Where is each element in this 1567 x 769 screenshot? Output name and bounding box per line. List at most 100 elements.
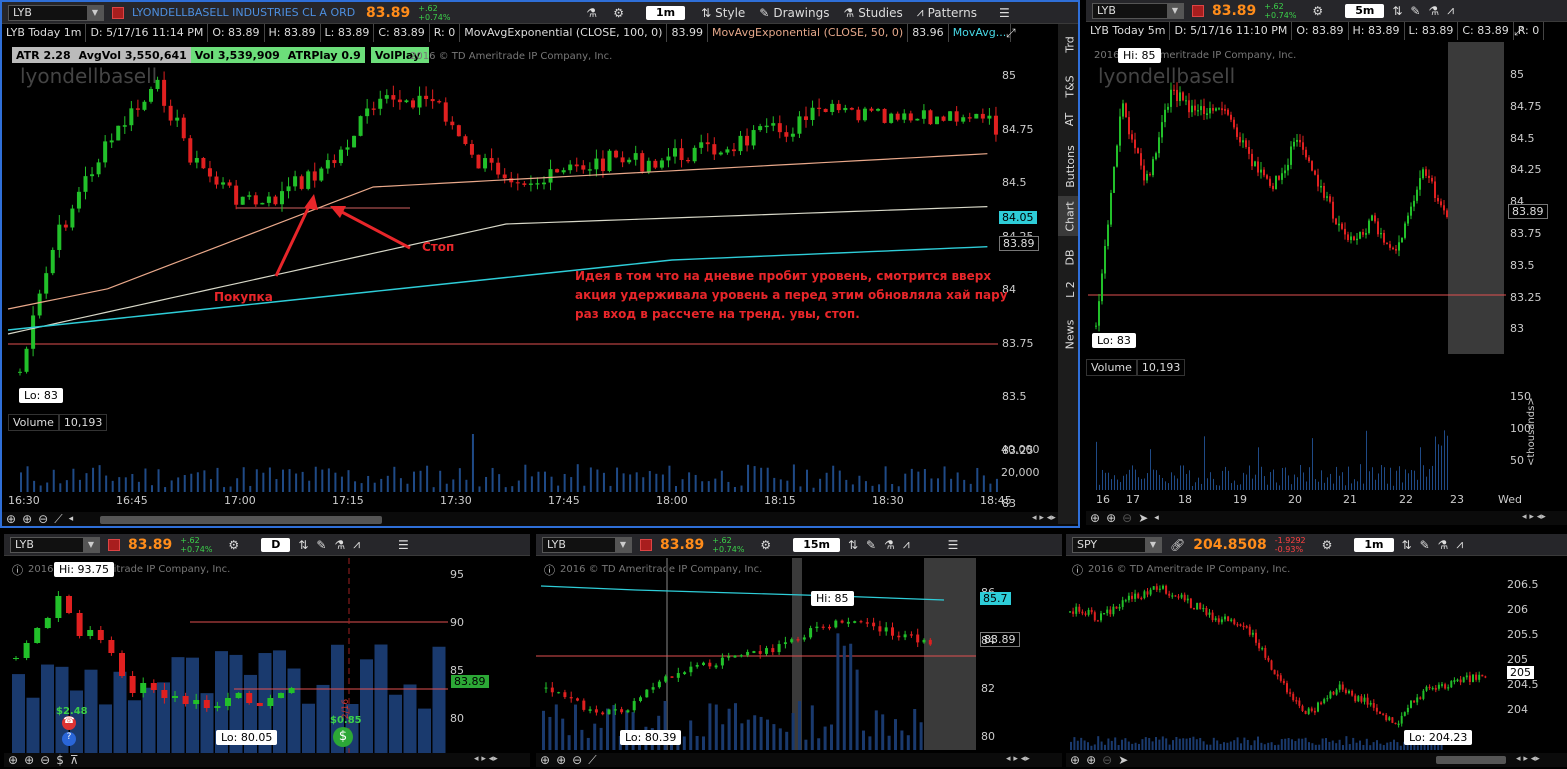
- volume-bar: [707, 481, 710, 492]
- tab-ts[interactable]: T&S: [1058, 66, 1078, 106]
- scroll-left-icon[interactable]: ◂: [1154, 513, 1159, 523]
- style-button[interactable]: ⇅ Style: [701, 6, 745, 20]
- crosshair-icon[interactable]: ⊕: [6, 512, 16, 526]
- zoom-in-icon[interactable]: ⊕: [22, 512, 32, 526]
- info-icon[interactable]: ?: [62, 732, 76, 746]
- gear-icon[interactable]: ⚙: [228, 538, 239, 552]
- symbol-select[interactable]: SPY ▼: [1072, 536, 1162, 553]
- timeframe-button[interactable]: 5m: [1345, 3, 1385, 18]
- patterns-button[interactable]: ⩘ Patterns: [917, 5, 977, 20]
- earnings-icon[interactable]: ☎: [62, 716, 76, 730]
- tab-news[interactable]: News: [1058, 314, 1078, 354]
- chevron-down-icon[interactable]: ▼: [87, 5, 103, 20]
- chart-expand-icon[interactable]: ⤢: [1514, 24, 1524, 39]
- tab-trd[interactable]: Trd: [1058, 24, 1078, 64]
- scroll-left-icon[interactable]: ◂: [69, 514, 74, 524]
- crosshair-icon[interactable]: ⊕: [1090, 511, 1100, 525]
- timeframe-button[interactable]: 1m: [645, 5, 686, 20]
- candle: [31, 315, 36, 349]
- intraday-15m-price-chart[interactable]: [536, 558, 976, 750]
- chart-expand-icon[interactable]: ⤢: [1006, 26, 1016, 41]
- pencil-icon[interactable]: ✎: [316, 538, 326, 552]
- chevron-down-icon[interactable]: ▼: [1145, 537, 1161, 552]
- gear-icon[interactable]: ⚙: [613, 6, 624, 20]
- scroll-right-icon[interactable]: ◂ ▸ ◂▸: [1032, 513, 1056, 523]
- pencil-icon[interactable]: ✎: [1420, 538, 1430, 552]
- zoom-out-icon[interactable]: ⊖: [40, 753, 50, 767]
- scroll-right-icon[interactable]: ◂ ▸ ◂▸: [1522, 512, 1546, 522]
- pattern-icon[interactable]: ⩘: [903, 537, 910, 552]
- pattern-icon[interactable]: ⩘: [1447, 3, 1454, 18]
- cursor-icon[interactable]: ➤: [1118, 753, 1128, 767]
- link-color-icon[interactable]: [108, 538, 120, 551]
- menu-icon[interactable]: ☰: [948, 538, 959, 552]
- zoom-out-icon[interactable]: ⊖: [38, 512, 48, 526]
- chevron-down-icon[interactable]: ▼: [615, 537, 631, 552]
- zoom-in-icon[interactable]: ⊕: [24, 753, 34, 767]
- symbol-select[interactable]: LYB ▼: [1092, 2, 1184, 19]
- horizontal-scrollbar[interactable]: [1436, 756, 1506, 764]
- style-icon[interactable]: ⇅: [1392, 4, 1402, 18]
- style-icon[interactable]: ⇅: [298, 538, 308, 552]
- dollar-icon[interactable]: $: [56, 753, 64, 767]
- timeframe-button[interactable]: D: [261, 537, 291, 552]
- scroll-right-icon[interactable]: ◂ ▸ ◂▸: [1516, 754, 1540, 764]
- flask-icon[interactable]: ⚗: [884, 538, 895, 552]
- link-color-icon[interactable]: [112, 6, 124, 19]
- cursor-icon[interactable]: ➤: [1138, 511, 1148, 525]
- main-price-chart[interactable]: [7, 42, 998, 410]
- right-price-chart[interactable]: [1088, 42, 1506, 354]
- menu-icon[interactable]: ☰: [999, 6, 1010, 20]
- symbol-select[interactable]: LYB ▼: [542, 536, 632, 553]
- timeframe-button[interactable]: 1m: [1354, 537, 1394, 552]
- zoom-in-icon[interactable]: ⊕: [1106, 511, 1116, 525]
- pattern-icon[interactable]: ⩘: [353, 537, 360, 552]
- zoom-out-icon[interactable]: ⊖: [1122, 511, 1132, 525]
- flask-icon[interactable]: ⚗: [1428, 4, 1439, 18]
- tab-chart[interactable]: Chart: [1058, 196, 1078, 236]
- crosshair-icon[interactable]: ⊕: [540, 753, 550, 767]
- link-icon[interactable]: 🔗︎: [1170, 538, 1185, 552]
- tab-buttons[interactable]: Buttons: [1058, 136, 1078, 196]
- drawings-button[interactable]: ✎ Drawings: [759, 6, 829, 20]
- style-icon[interactable]: ⇅: [848, 538, 858, 552]
- tab-l2[interactable]: L 2: [1058, 274, 1078, 304]
- fit-icon[interactable]: ⊼: [70, 753, 79, 767]
- draw-line-icon[interactable]: ⟋: [54, 512, 62, 527]
- zoom-out-icon[interactable]: ⊖: [1102, 753, 1112, 767]
- pattern-icon[interactable]: ⩘: [1456, 537, 1463, 552]
- flask-icon[interactable]: ⚗: [586, 6, 597, 20]
- tab-at[interactable]: AT: [1058, 104, 1078, 134]
- scroll-right-icon[interactable]: ◂ ▸ ◂▸: [474, 754, 498, 764]
- zoom-in-icon[interactable]: ⊕: [1086, 753, 1096, 767]
- zoom-out-icon[interactable]: ⊖: [572, 753, 582, 767]
- dollar-icon[interactable]: $: [333, 727, 353, 747]
- timeframe-button[interactable]: 15m: [793, 537, 840, 552]
- symbol-select[interactable]: LYB ▼: [10, 536, 100, 553]
- spy-price-chart[interactable]: [1066, 558, 1506, 750]
- gear-icon[interactable]: ⚙: [1322, 538, 1333, 552]
- flask-icon[interactable]: ⚗: [334, 538, 345, 552]
- crosshair-icon[interactable]: ⊕: [1070, 753, 1080, 767]
- gear-icon[interactable]: ⚙: [1312, 4, 1323, 18]
- scroll-right-icon[interactable]: ◂ ▸ ◂▸: [1006, 754, 1030, 764]
- chevron-down-icon[interactable]: ▼: [1167, 3, 1183, 18]
- zoom-in-icon[interactable]: ⊕: [556, 753, 566, 767]
- studies-button[interactable]: ⚗ Studies: [844, 6, 903, 20]
- horizontal-scrollbar[interactable]: [100, 516, 382, 524]
- pencil-icon[interactable]: ✎: [1410, 4, 1420, 18]
- pencil-icon[interactable]: ✎: [866, 538, 876, 552]
- gear-icon[interactable]: ⚙: [760, 538, 771, 552]
- flask-icon[interactable]: ⚗: [1438, 538, 1449, 552]
- main-volume-chart: [20, 434, 998, 492]
- link-color-icon[interactable]: [1192, 4, 1204, 17]
- candle: [843, 107, 848, 111]
- style-icon[interactable]: ⇅: [1402, 538, 1412, 552]
- menu-icon[interactable]: ☰: [398, 538, 409, 552]
- chevron-down-icon[interactable]: ▼: [83, 537, 99, 552]
- link-color-icon[interactable]: [640, 538, 652, 551]
- tab-db[interactable]: DB: [1058, 242, 1078, 272]
- crosshair-icon[interactable]: ⊕: [8, 753, 18, 767]
- draw-line-icon[interactable]: ⟋: [588, 753, 596, 768]
- symbol-select[interactable]: LYB ▼: [8, 4, 104, 21]
